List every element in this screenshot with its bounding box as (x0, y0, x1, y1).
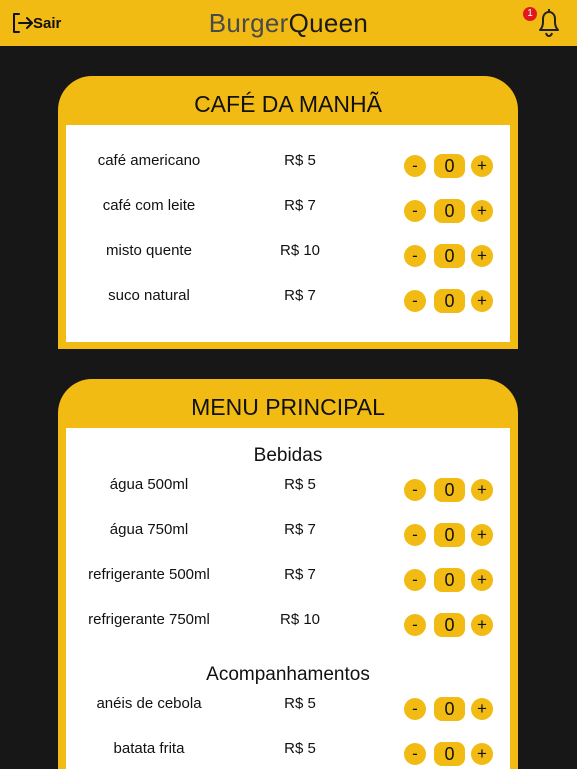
main-menu-items: Bebidas água 500ml R$ 5 - 0 + água 750ml… (66, 428, 510, 769)
decrease-button[interactable]: - (404, 290, 426, 312)
decrease-button[interactable]: - (404, 524, 426, 546)
increase-button[interactable]: + (471, 479, 493, 501)
decrease-button[interactable]: - (404, 245, 426, 267)
menu-item: batata frita R$ 5 - 0 + (66, 737, 510, 767)
item-name: café com leite (102, 197, 196, 214)
decrease-button[interactable]: - (404, 569, 426, 591)
notifications-button[interactable] (534, 6, 564, 38)
decrease-button[interactable]: - (404, 155, 426, 177)
increase-button[interactable]: + (471, 200, 493, 222)
decrease-button[interactable]: - (404, 743, 426, 765)
item-price: R$ 5 (284, 695, 316, 712)
quantity-value: 0 (434, 742, 465, 766)
increase-button[interactable]: + (471, 743, 493, 765)
item-name: misto quente (106, 242, 192, 259)
quantity-value: 0 (434, 613, 465, 637)
item-name: refrigerante 500ml (88, 566, 210, 583)
top-bar: Sair BurgerQueen 1 (0, 0, 577, 46)
quantity-value: 0 (434, 697, 465, 721)
main-menu-title: MENU PRINCIPAL (191, 394, 385, 420)
decrease-button[interactable]: - (404, 479, 426, 501)
menu-item: refrigerante 750ml R$ 10 - 0 + (66, 608, 510, 638)
quantity-value: 0 (434, 523, 465, 547)
item-name: suco natural (108, 287, 190, 304)
quantity-value: 0 (434, 154, 465, 178)
main-menu-card: MENU PRINCIPAL Bebidas água 500ml R$ 5 -… (58, 379, 518, 769)
breakfast-title: CAFÉ DA MANHÃ (194, 91, 382, 117)
quantity-value: 0 (434, 289, 465, 313)
item-price: R$ 10 (279, 611, 321, 628)
item-name: água 750ml (109, 521, 189, 538)
menu-item: café americano R$ 5 - 0 + (66, 149, 510, 179)
menu-item: suco natural R$ 7 - 0 + (66, 284, 510, 314)
menu-item: água 750ml R$ 7 - 0 + (66, 518, 510, 548)
menu-item: refrigerante 500ml R$ 7 - 0 + (66, 563, 510, 593)
quantity-value: 0 (434, 244, 465, 268)
item-price: R$ 7 (284, 197, 316, 214)
menu-item: café com leite R$ 7 - 0 + (66, 194, 510, 224)
item-price: R$ 5 (284, 152, 316, 169)
increase-button[interactable]: + (471, 290, 493, 312)
item-price: R$ 10 (279, 242, 321, 259)
increase-button[interactable]: + (471, 245, 493, 267)
item-price: R$ 7 (284, 521, 316, 538)
item-name: refrigerante 750ml (88, 611, 210, 628)
decrease-button[interactable]: - (404, 200, 426, 222)
item-price: R$ 7 (284, 287, 316, 304)
menu-item: misto quente R$ 10 - 0 + (66, 239, 510, 269)
item-name: café americano (97, 152, 201, 169)
quantity-value: 0 (434, 478, 465, 502)
increase-button[interactable]: + (471, 569, 493, 591)
bell-icon (539, 9, 559, 37)
section-title-drinks: Bebidas (253, 445, 323, 466)
item-price: R$ 5 (284, 476, 316, 493)
decrease-button[interactable]: - (404, 614, 426, 636)
menu-item: anéis de cebola R$ 5 - 0 + (66, 692, 510, 722)
item-price: R$ 7 (284, 566, 316, 583)
menu-item: água 500ml R$ 5 - 0 + (66, 473, 510, 503)
notification-badge: 1 (523, 7, 537, 21)
item-price: R$ 5 (284, 740, 316, 757)
increase-button[interactable]: + (471, 614, 493, 636)
brand-logo: BurgerQueen (208, 8, 369, 38)
increase-button[interactable]: + (471, 155, 493, 177)
item-name: água 500ml (109, 476, 189, 493)
decrease-button[interactable]: - (404, 698, 426, 720)
increase-button[interactable]: + (471, 698, 493, 720)
quantity-value: 0 (434, 568, 465, 592)
breakfast-items: café americano R$ 5 - 0 + café com leite… (66, 125, 510, 342)
quantity-value: 0 (434, 199, 465, 223)
breakfast-card: CAFÉ DA MANHÃ café americano R$ 5 - 0 + … (58, 76, 518, 349)
item-name: anéis de cebola (96, 695, 202, 712)
item-name: batata frita (113, 740, 185, 757)
increase-button[interactable]: + (471, 524, 493, 546)
section-title-sides: Acompanhamentos (206, 664, 370, 685)
